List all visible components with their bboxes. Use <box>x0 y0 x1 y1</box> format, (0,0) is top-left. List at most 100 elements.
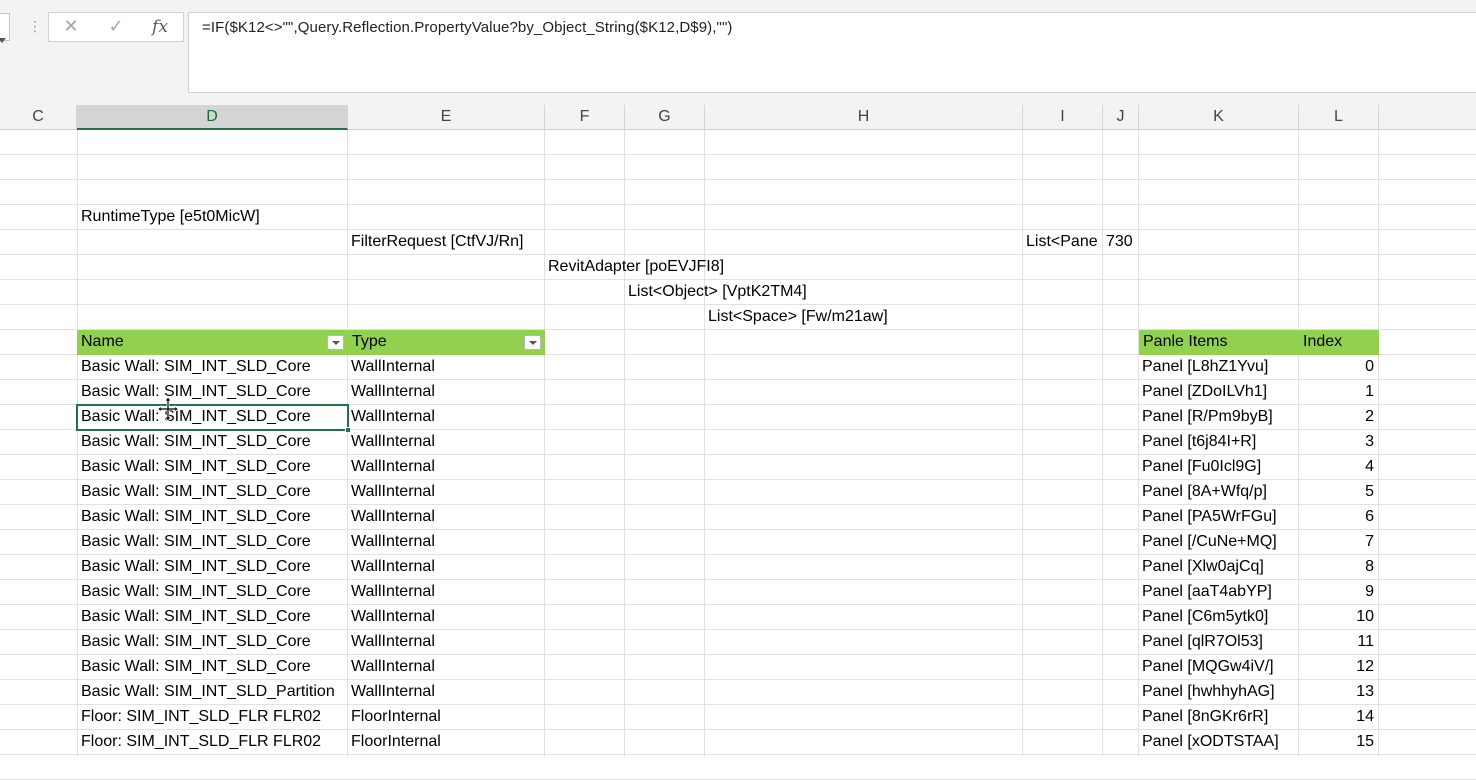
column-header-g[interactable]: G <box>625 105 705 129</box>
table1-cell-name[interactable]: Floor: SIM_INT_SLD_FLR FLR02 <box>77 730 347 755</box>
table1-cell-type[interactable]: WallInternal <box>347 630 544 655</box>
table2-cell-index[interactable]: 1 <box>1298 380 1378 405</box>
table1-cell-name[interactable]: Basic Wall: SIM_INT_SLD_Core <box>77 405 347 430</box>
table1-header-type[interactable]: Type <box>348 330 545 355</box>
formula-text: =IF($K12<>"",Query.Reflection.PropertyVa… <box>202 19 733 36</box>
table2-cell-index[interactable]: 14 <box>1298 705 1378 730</box>
table1-cell-name[interactable]: Basic Wall: SIM_INT_SLD_Core <box>77 530 347 555</box>
column-header-l[interactable]: L <box>1299 105 1379 129</box>
column-header-f[interactable]: F <box>545 105 625 129</box>
column-header-j[interactable]: J <box>1103 105 1139 129</box>
table2-cell-index[interactable]: 15 <box>1298 730 1378 755</box>
table2-cell-index[interactable]: 9 <box>1298 580 1378 605</box>
name-box-dropdown-icon[interactable] <box>0 38 6 43</box>
table2-cell-item[interactable]: Panel [xODTSTAA] <box>1138 730 1298 755</box>
column-header-d[interactable]: D <box>77 105 348 130</box>
table1-cell-type[interactable]: WallInternal <box>347 380 544 405</box>
table2-cell-item[interactable]: Panel [ZDoILVh1] <box>1138 380 1298 405</box>
table2-cell-index[interactable]: 8 <box>1298 555 1378 580</box>
revit-adapter-cell[interactable]: RevitAdapter [poEVJFI8] <box>544 255 724 280</box>
table2-cell-index[interactable]: 0 <box>1298 355 1378 380</box>
column-header-c[interactable]: C <box>0 105 77 129</box>
table1-cell-type[interactable]: WallInternal <box>347 555 544 580</box>
name-box[interactable] <box>0 13 10 43</box>
table1-cell-name[interactable]: Basic Wall: SIM_INT_SLD_Core <box>77 630 347 655</box>
table2-cell-index[interactable]: 5 <box>1298 480 1378 505</box>
formula-input[interactable]: =IF($K12<>"",Query.Reflection.PropertyVa… <box>188 12 1476 93</box>
formula-bar-grip-icon[interactable]: ⋮ <box>28 18 42 36</box>
table2-header-index[interactable]: Index <box>1299 330 1379 355</box>
table1-cell-name[interactable]: Basic Wall: SIM_INT_SLD_Core <box>77 380 347 405</box>
table1-cell-type[interactable]: WallInternal <box>347 655 544 680</box>
table2-cell-index[interactable]: 2 <box>1298 405 1378 430</box>
table1-cell-type[interactable]: WallInternal <box>347 605 544 630</box>
table2-cell-index[interactable]: 13 <box>1298 680 1378 705</box>
table1-cell-name[interactable]: Basic Wall: SIM_INT_SLD_Core <box>77 605 347 630</box>
table1-cell-name[interactable]: Basic Wall: SIM_INT_SLD_Core <box>77 455 347 480</box>
table1-cell-name[interactable]: Basic Wall: SIM_INT_SLD_Core <box>77 505 347 530</box>
table1-cell-type[interactable]: WallInternal <box>347 480 544 505</box>
gridline <box>624 130 625 757</box>
list-space-cell[interactable]: List<Space> [Fw/m21aw] <box>704 305 1022 330</box>
enter-icon[interactable]: ✓ <box>104 15 128 39</box>
gridline <box>1022 130 1023 757</box>
table2-cell-item[interactable]: Panel [Xlw0ajCq] <box>1138 555 1298 580</box>
table1-cell-name[interactable]: Floor: SIM_INT_SLD_FLR FLR02 <box>77 705 347 730</box>
runtime-type-cell[interactable]: RuntimeType [e5t0MicW] <box>77 205 347 230</box>
list-object-cell[interactable]: List<Object> [VptK2TM4] <box>624 280 824 305</box>
table1-cell-type[interactable]: WallInternal <box>347 430 544 455</box>
column-header-e[interactable]: E <box>348 105 545 129</box>
table2-cell-index[interactable]: 4 <box>1298 455 1378 480</box>
table2-cell-item[interactable]: Panel [Fu0Icl9G] <box>1138 455 1298 480</box>
table1-cell-type[interactable]: WallInternal <box>347 405 544 430</box>
table1-cell-name[interactable]: Basic Wall: SIM_INT_SLD_Core <box>77 655 347 680</box>
list-pane-cell[interactable]: List<Pane <box>1022 230 1102 255</box>
column-header-h[interactable]: H <box>705 105 1023 129</box>
cancel-icon[interactable]: ✕ <box>59 15 83 39</box>
table1-cell-type[interactable]: WallInternal <box>347 680 544 705</box>
table1-cell-type[interactable]: WallInternal <box>347 355 544 380</box>
table2-cell-index[interactable]: 12 <box>1298 655 1378 680</box>
filter-request-cell[interactable]: FilterRequest [CtfVJ/Rn] <box>347 230 544 255</box>
table1-cell-type[interactable]: WallInternal <box>347 455 544 480</box>
table2-cell-item[interactable]: Panel [C6m5ytk0] <box>1138 605 1298 630</box>
table2-cell-index[interactable]: 7 <box>1298 530 1378 555</box>
table2-cell-index[interactable]: 10 <box>1298 605 1378 630</box>
table2-cell-item[interactable]: Panel [aaT4abYP] <box>1138 580 1298 605</box>
table2-cell-index[interactable]: 6 <box>1298 505 1378 530</box>
table1-cell-type[interactable]: WallInternal <box>347 505 544 530</box>
column-header-k[interactable]: K <box>1139 105 1299 129</box>
table2-cell-item[interactable]: Panel [qlR7Ol53] <box>1138 630 1298 655</box>
table2-cell-item[interactable]: Panel [/CuNe+MQ] <box>1138 530 1298 555</box>
table2-cell-item[interactable]: Panel [R/Pm9byB] <box>1138 405 1298 430</box>
table2-cell-item[interactable]: Panel [8nGKr6rR] <box>1138 705 1298 730</box>
table1-header-name[interactable]: Name <box>77 330 348 355</box>
table2-cell-item[interactable]: Panel [8A+Wfq/p] <box>1138 480 1298 505</box>
table2-header-items[interactable]: Panle Items <box>1139 330 1299 355</box>
table2-cell-item[interactable]: Panel [L8hZ1Yvu] <box>1138 355 1298 380</box>
table1-cell-type[interactable]: WallInternal <box>347 580 544 605</box>
table2-cell-index[interactable]: 3 <box>1298 430 1378 455</box>
table2-cell-item[interactable]: Panel [hwhhyhAG] <box>1138 680 1298 705</box>
table1-cell-name[interactable]: Basic Wall: SIM_INT_SLD_Core <box>77 555 347 580</box>
table1-cell-name[interactable]: Basic Wall: SIM_INT_SLD_Core <box>77 430 347 455</box>
column-header-i[interactable]: I <box>1023 105 1103 129</box>
table1-cell-type[interactable]: FloorInternal <box>347 705 544 730</box>
filter-dropdown-icon[interactable] <box>524 335 541 350</box>
insert-function-icon[interactable]: fx <box>145 15 175 39</box>
table1-cell-type[interactable]: FloorInternal <box>347 730 544 755</box>
table1-cell-type[interactable]: WallInternal <box>347 530 544 555</box>
fill-handle[interactable] <box>345 427 351 433</box>
filter-dropdown-icon[interactable] <box>327 335 344 350</box>
table2-cell-item[interactable]: Panel [MQGw4iV/] <box>1138 655 1298 680</box>
list-pane-count-cell[interactable]: 730 <box>1102 230 1138 255</box>
gridline <box>0 179 1476 180</box>
table1-cell-name[interactable]: Basic Wall: SIM_INT_SLD_Core <box>77 480 347 505</box>
table2-cell-index[interactable]: 11 <box>1298 630 1378 655</box>
table2-cell-item[interactable]: Panel [t6j84I+R] <box>1138 430 1298 455</box>
table1-cell-name[interactable]: Basic Wall: SIM_INT_SLD_Core <box>77 580 347 605</box>
worksheet-grid[interactable]: RuntimeType [e5t0MicW] FilterRequest [Ct… <box>0 130 1476 780</box>
table1-cell-name[interactable]: Basic Wall: SIM_INT_SLD_Core <box>77 355 347 380</box>
table1-cell-name[interactable]: Basic Wall: SIM_INT_SLD_Partition <box>77 680 347 705</box>
table2-cell-item[interactable]: Panel [PA5WrFGu] <box>1138 505 1298 530</box>
